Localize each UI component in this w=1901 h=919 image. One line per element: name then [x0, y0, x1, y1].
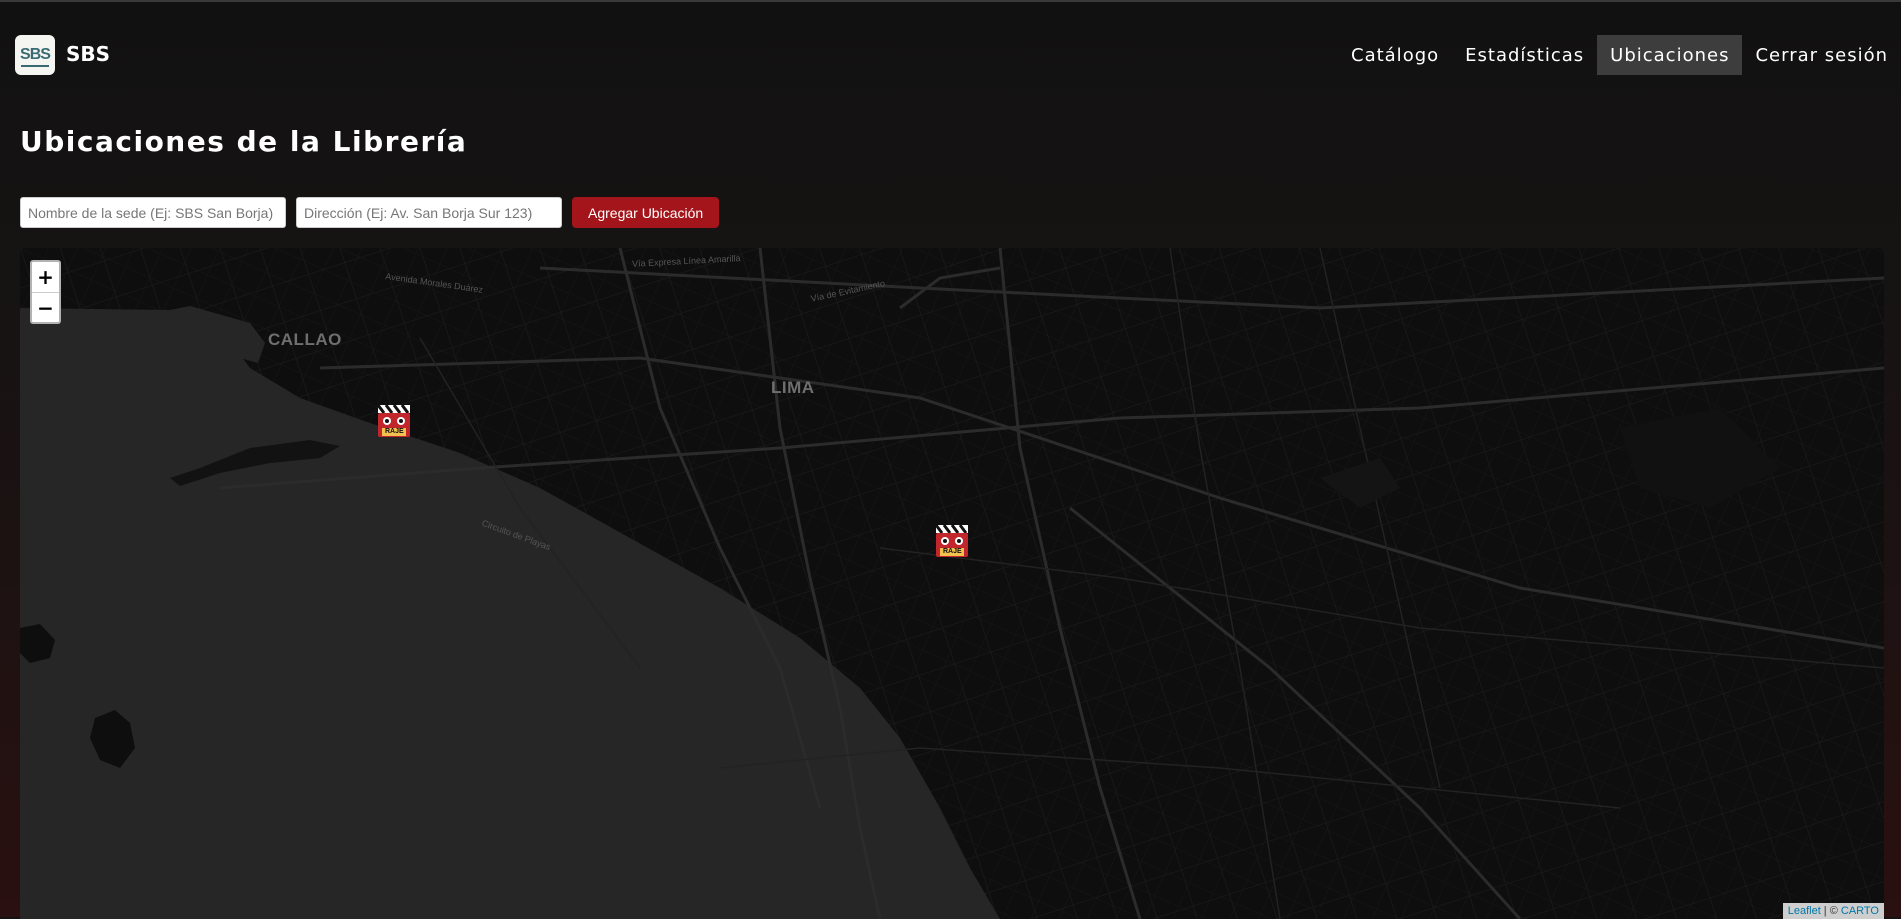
main-nav: Catálogo Estadísticas Ubicaciones Cerrar… [1338, 35, 1901, 75]
header: SBS SBS Catálogo Estadísticas Ubicacione… [0, 2, 1901, 107]
carto-link[interactable]: CARTO [1841, 905, 1879, 917]
map-label-lima: LIMA [771, 378, 815, 397]
marker-text: RAJE [385, 428, 404, 435]
map-label-callao: CALLAO [268, 330, 342, 349]
logo-underline [21, 65, 49, 67]
logo[interactable]: SBS [15, 35, 55, 75]
location-name-input[interactable] [20, 197, 286, 228]
add-location-button[interactable]: Agregar Ubicación [572, 197, 720, 228]
nav-ubicaciones[interactable]: Ubicaciones [1597, 35, 1743, 75]
marker-text: RAJE [943, 548, 962, 555]
raje-marker-icon[interactable]: RAJE [934, 523, 970, 559]
map[interactable]: CALLAO LIMA Vía Expresa Línea Amarilla A… [20, 248, 1884, 919]
brand-name[interactable]: SBS [66, 42, 110, 66]
page-title: Ubicaciones de la Librería [20, 125, 468, 158]
raje-marker-icon[interactable]: RAJE [376, 403, 412, 439]
zoom-in-button[interactable]: + [32, 262, 59, 292]
location-address-input[interactable] [296, 197, 562, 228]
attribution-separator: | © [1820, 905, 1841, 917]
page: SBS SBS Catálogo Estadísticas Ubicacione… [0, 2, 1901, 919]
nav-estadisticas[interactable]: Estadísticas [1452, 35, 1597, 75]
zoom-control: + − [30, 260, 61, 324]
add-location-form: Agregar Ubicación [20, 197, 720, 228]
nav-cerrar-sesion[interactable]: Cerrar sesión [1742, 35, 1901, 75]
logo-text: SBS [20, 46, 51, 63]
leaflet-link[interactable]: Leaflet [1788, 905, 1821, 917]
nav-catalogo[interactable]: Catálogo [1338, 35, 1452, 75]
zoom-out-button[interactable]: − [32, 292, 59, 322]
